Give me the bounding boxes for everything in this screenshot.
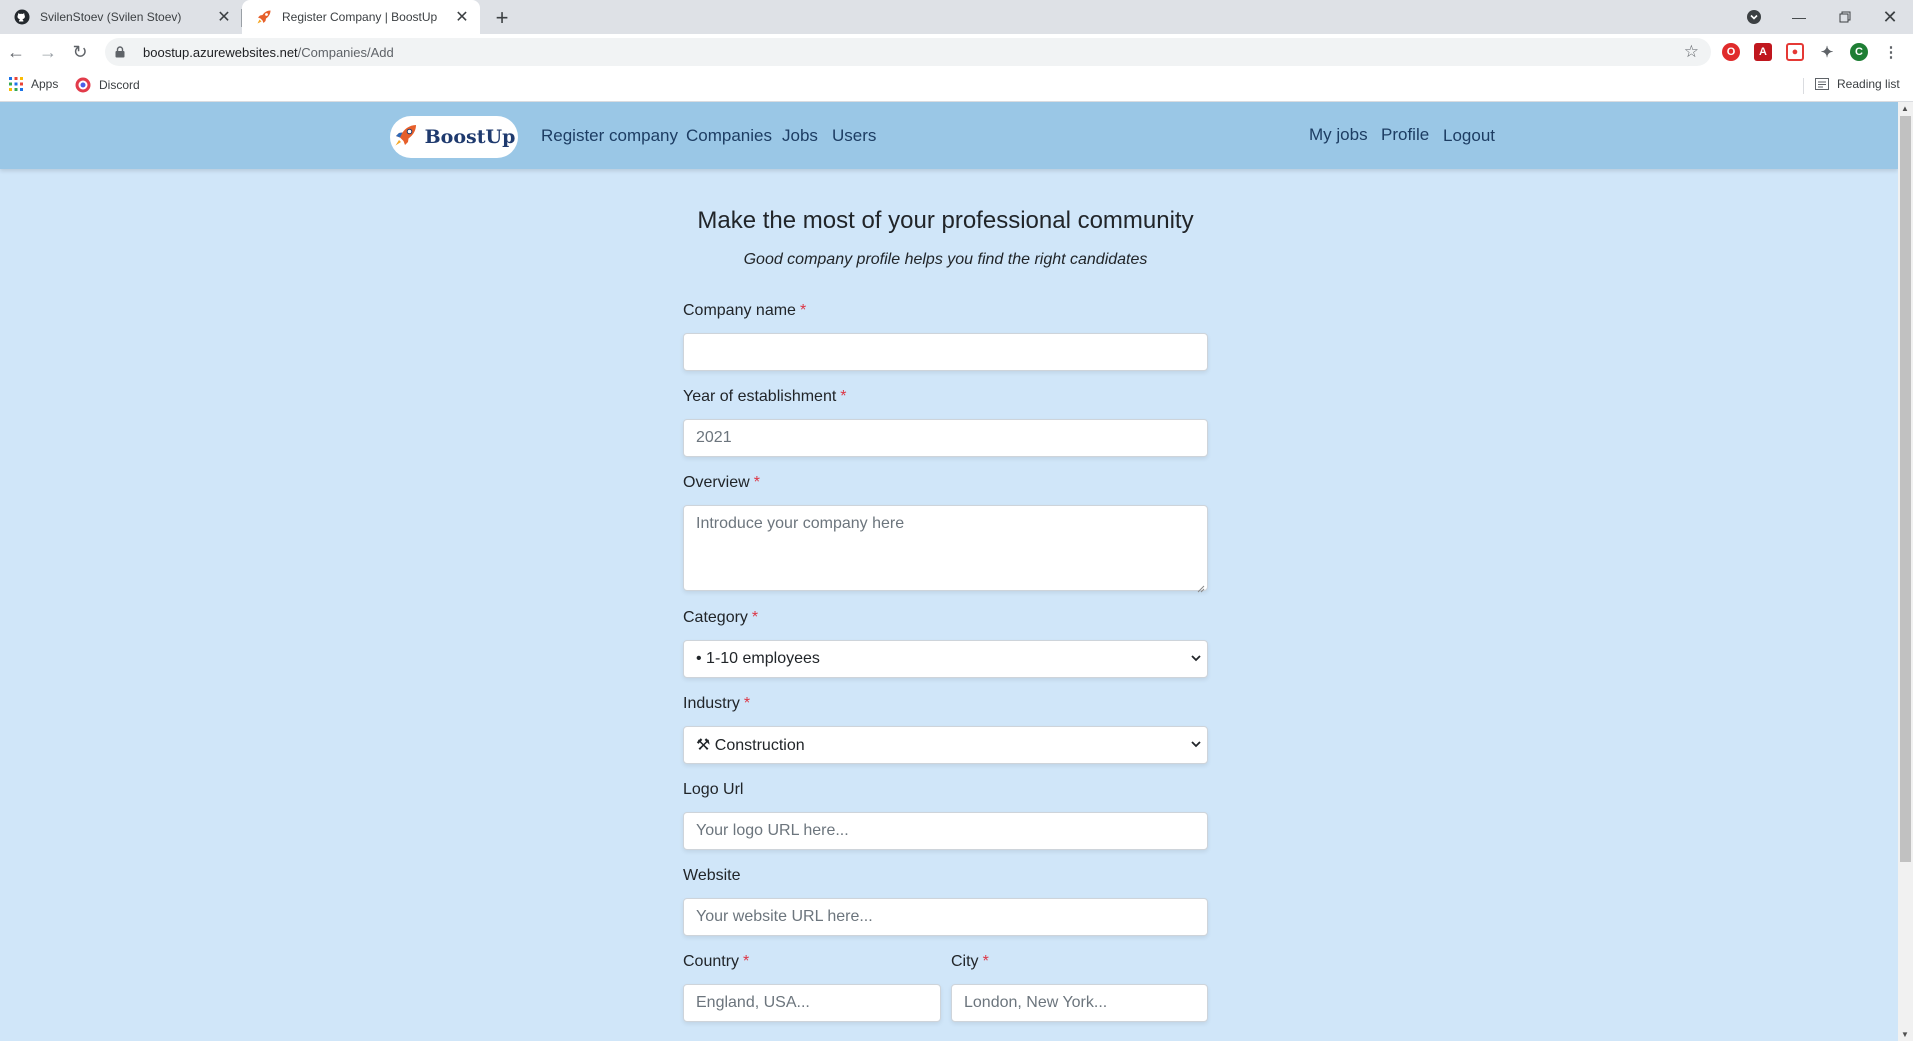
required-marker: * — [982, 953, 989, 970]
tab-title: Register Company | BoostUp — [282, 10, 438, 24]
nav-profile[interactable]: Profile — [1381, 125, 1429, 145]
page-title: Make the most of your professional commu… — [697, 207, 1194, 234]
pdf-extension-icon[interactable]: A — [1754, 43, 1772, 61]
city-label: City * — [951, 953, 989, 970]
industry-select[interactable]: ⚒ Construction — [683, 726, 1208, 764]
scroll-up-icon[interactable]: ▲ — [1901, 104, 1909, 113]
required-marker: * — [753, 474, 760, 491]
resize-grip-icon[interactable] — [1197, 580, 1205, 593]
close-tab-icon[interactable]: ✕ — [216, 9, 232, 26]
tab-search-icon[interactable] — [1731, 0, 1777, 34]
category-selected: • 1-10 employees — [696, 650, 820, 667]
lock-icon — [115, 46, 129, 58]
bookmark-label: Apps — [31, 77, 59, 91]
profile-avatar[interactable]: C — [1850, 43, 1868, 61]
forward-icon[interactable]: → — [36, 40, 60, 64]
github-icon — [14, 9, 30, 25]
address-bar[interactable]: boostup.azurewebsites.net/Companies/Add … — [105, 38, 1711, 66]
category-label: Category * — [683, 609, 759, 626]
opera-extension-icon[interactable]: O — [1722, 43, 1740, 61]
nav-logout[interactable]: Logout — [1443, 126, 1495, 146]
extensions-puzzle-icon[interactable]: ✦ — [1818, 43, 1836, 61]
scrollbar-thumb[interactable] — [1900, 116, 1911, 862]
category-select[interactable]: • 1-10 employees — [683, 640, 1208, 678]
apps-grid-icon — [9, 77, 23, 91]
overview-label: Overview * — [683, 474, 760, 491]
city-input[interactable]: London, New York... — [951, 984, 1208, 1022]
url-domain: boostup.azurewebsites.net — [143, 44, 298, 60]
browser-tab-bar: SvilenStoev (Svilen Stoev) ✕ Register Co… — [0, 0, 1913, 34]
browser-menu-icon[interactable]: ⋮ — [1882, 43, 1900, 61]
brand-name: BoostUp — [424, 126, 516, 148]
overview-placeholder: Introduce your company here — [696, 515, 905, 532]
scroll-down-icon[interactable]: ▼ — [1901, 1030, 1909, 1039]
nav-users[interactable]: Users — [832, 126, 876, 146]
reading-list-label: Reading list — [1837, 77, 1900, 91]
tab-github[interactable]: SvilenStoev (Svilen Stoev) ✕ — [0, 0, 242, 34]
country-input[interactable]: England, USA... — [683, 984, 941, 1022]
bookmark-discord[interactable]: Discord — [75, 77, 140, 93]
page-subtitle: Good company profile helps you find the … — [743, 251, 1148, 268]
brand-logo[interactable]: BoostUp — [390, 116, 518, 158]
bookmark-label: Discord — [99, 78, 140, 92]
bookmark-apps[interactable]: Apps — [9, 77, 58, 91]
minimize-icon[interactable]: — — [1776, 0, 1822, 34]
browser-toolbar: ← → ↻ boostup.azurewebsites.net/Companie… — [0, 34, 1913, 70]
reading-list-icon — [1815, 78, 1829, 90]
required-marker: * — [743, 695, 751, 712]
rocket-logo-icon — [393, 122, 419, 153]
logo-url-input[interactable]: Your logo URL here... — [683, 812, 1208, 850]
chevron-down-icon — [1191, 739, 1201, 751]
required-marker: * — [743, 953, 750, 970]
nav-companies[interactable]: Companies — [686, 126, 772, 146]
bookmark-star-icon[interactable]: ☆ — [1684, 42, 1699, 62]
year-input[interactable]: 2021 — [683, 419, 1208, 457]
page-viewport: BoostUp Register company Companies Jobs … — [0, 102, 1898, 1041]
country-placeholder: England, USA... — [696, 994, 810, 1011]
bookmarks-bar: Apps Discord Reading list — [0, 70, 1913, 102]
industry-label: Industry * — [683, 695, 751, 712]
nav-register-company[interactable]: Register company — [541, 126, 678, 146]
new-tab-icon[interactable]: + — [490, 5, 514, 30]
screenshot-extension-icon[interactable]: ● — [1786, 43, 1804, 61]
bookmark-divider — [1803, 78, 1804, 94]
discord-icon — [75, 77, 91, 93]
site-navbar: BoostUp Register company Companies Jobs … — [0, 102, 1898, 169]
tab-title: SvilenStoev (Svilen Stoev) — [40, 10, 182, 24]
website-placeholder: Your website URL here... — [696, 908, 873, 925]
year-placeholder: 2021 — [696, 429, 732, 446]
chevron-down-icon — [1191, 653, 1201, 665]
back-icon[interactable]: ← — [4, 40, 28, 64]
restore-icon[interactable] — [1822, 0, 1868, 34]
nav-jobs[interactable]: Jobs — [782, 126, 818, 146]
reload-icon[interactable]: ↻ — [68, 40, 92, 64]
rocket-icon — [256, 9, 272, 25]
country-label: Country * — [683, 953, 750, 970]
page-scrollbar[interactable]: ▲ ▼ — [1898, 102, 1913, 1041]
logo-url-label: Logo Url — [683, 781, 744, 798]
year-label: Year of establishment * — [683, 388, 847, 405]
overview-textarea[interactable]: Introduce your company here — [683, 505, 1208, 593]
website-input[interactable]: Your website URL here... — [683, 898, 1208, 936]
company-name-label: Company name * — [683, 302, 807, 319]
required-marker: * — [840, 388, 847, 405]
url-path: /Companies/Add — [297, 44, 394, 60]
city-placeholder: London, New York... — [964, 994, 1108, 1011]
tab-register-company[interactable]: Register Company | BoostUp ✕ — [242, 0, 480, 34]
close-tab-icon[interactable]: ✕ — [454, 9, 470, 26]
url-text: boostup.azurewebsites.net/Companies/Add — [143, 45, 394, 60]
required-marker: * — [751, 609, 759, 626]
close-window-icon[interactable]: ✕ — [1867, 0, 1913, 34]
reading-list-button[interactable]: Reading list — [1815, 77, 1900, 91]
logo-url-placeholder: Your logo URL here... — [696, 822, 849, 839]
industry-selected: ⚒ Construction — [696, 737, 805, 754]
nav-my-jobs[interactable]: My jobs — [1309, 125, 1368, 145]
required-marker: * — [799, 302, 807, 319]
website-label: Website — [683, 867, 741, 884]
company-name-input[interactable] — [683, 333, 1208, 371]
